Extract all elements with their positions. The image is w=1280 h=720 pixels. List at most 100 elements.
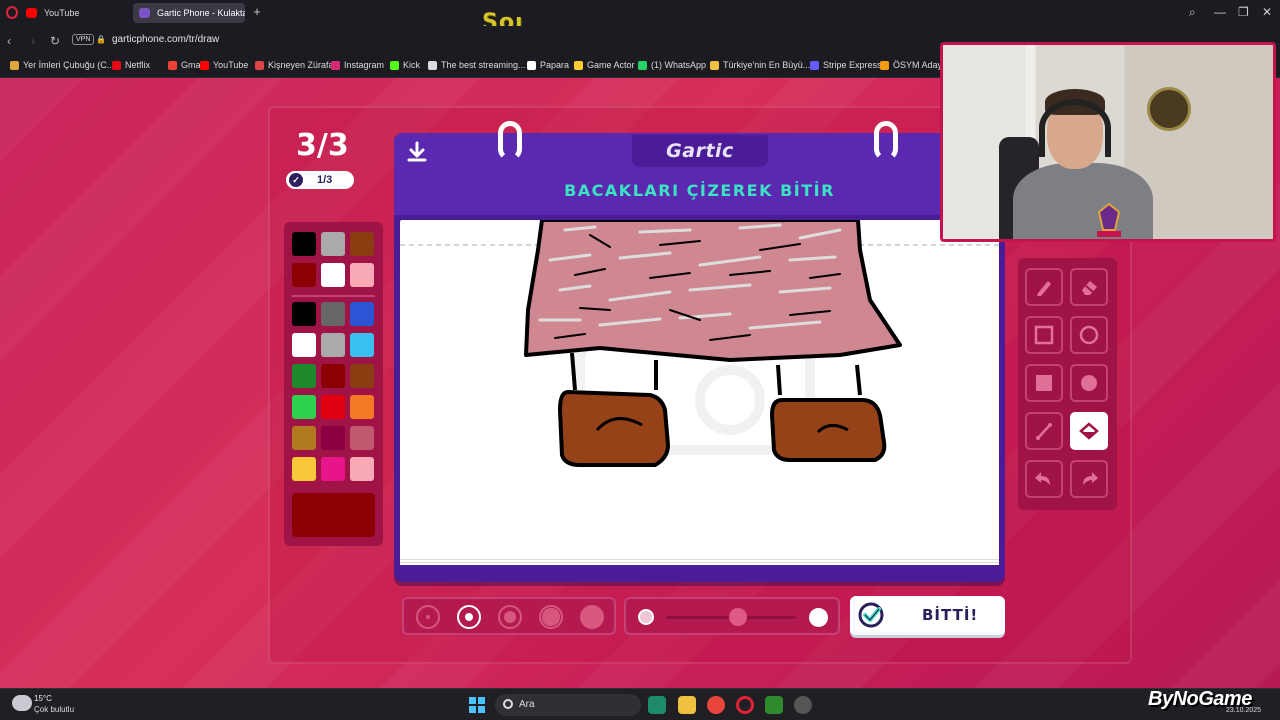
color-swatch[interactable] [321,364,345,388]
tab-youtube[interactable]: YouTube [20,3,130,23]
line-icon [1036,423,1052,440]
gartic-icon [139,8,150,18]
color-swatch[interactable] [292,457,316,481]
vpn-badge[interactable]: VPN [72,34,95,45]
color-swatch[interactable] [350,263,374,287]
brush-size-option[interactable] [498,605,522,629]
drawing-panel: Gartic BACAKLARI ÇİZEREK BİTİR [394,121,1005,582]
bookmark-icon [255,61,264,70]
color-swatch[interactable] [321,426,345,450]
color-swatch[interactable] [292,426,316,450]
color-swatch[interactable] [292,364,316,388]
color-swatch[interactable] [350,333,374,357]
color-swatch[interactable] [350,232,374,256]
color-swatch[interactable] [350,395,374,419]
slider-thumb[interactable] [728,608,747,626]
brush-size-option[interactable] [457,605,481,629]
bookmark-item[interactable]: Papara [527,60,569,70]
opera-icon[interactable] [736,696,754,714]
bookmark-item[interactable]: (1) WhatsApp [638,60,706,70]
tool-pencil[interactable] [1025,268,1063,306]
color-swatch[interactable] [321,457,345,481]
webcam-person-body [1013,163,1153,239]
bookmark-item[interactable]: YouTube [200,60,248,70]
taskbar: 15°C Çok bulutlu Ara 23.10.2025 [0,688,1280,720]
bookmark-icon [390,61,399,70]
brush-size-option[interactable] [580,605,604,629]
search-tabs-icon[interactable]: ⌕ [1189,5,1196,20]
maximize-icon[interactable]: ❐ [1238,5,1249,19]
color-swatch[interactable] [292,333,316,357]
color-swatch[interactable] [292,263,316,287]
tool-line[interactable] [1025,412,1063,450]
color-swatch[interactable] [321,263,345,287]
close-icon[interactable]: ✕ [1262,5,1272,19]
brush-size-option[interactable] [416,605,440,629]
tool-filled-rectangle[interactable] [1025,364,1063,402]
app-icon[interactable] [648,696,666,714]
color-swatch[interactable] [321,333,345,357]
new-tab-button[interactable]: + [250,5,264,19]
bookmark-item[interactable]: Türkiye'nin En Büyü... [710,60,810,70]
bookmark-icon [112,61,121,70]
bookmark-item[interactable]: Netflix [112,60,150,70]
download-icon[interactable] [406,141,428,163]
opacity-slider[interactable] [624,597,840,635]
tool-redo[interactable] [1070,460,1108,498]
taskbar-search[interactable]: Ara [495,694,641,716]
bookmark-item[interactable]: Stripe Express [810,60,882,70]
minecraft-icon[interactable] [765,696,783,714]
filled-ellipse-icon [1081,375,1097,391]
color-swatch[interactable] [292,302,316,326]
bookmark-label: ÖSYM Aday İ [893,60,948,70]
color-swatch[interactable] [292,395,316,419]
bookmark-label: Türkiye'nin En Büyü... [723,60,811,70]
chrome-icon[interactable] [707,696,725,714]
cloud-icon[interactable] [12,695,32,711]
lock-icon[interactable]: 🔒 [96,35,106,44]
tool-rectangle[interactable] [1025,316,1063,354]
color-swatch[interactable] [321,395,345,419]
color-swatch[interactable] [292,232,316,256]
color-swatch[interactable] [321,302,345,326]
steam-icon[interactable] [794,696,812,714]
bookmark-item[interactable]: Instagram [331,60,384,70]
weather-temperature[interactable]: 15°C [34,694,52,703]
undo-icon [1035,472,1050,485]
bookmark-item[interactable]: ÖSYM Aday İ [880,60,947,70]
check-circle-icon [858,602,884,628]
forward-icon[interactable]: › [31,34,35,48]
color-swatch[interactable] [350,457,374,481]
selected-color-preview[interactable] [292,493,375,537]
opera-logo-icon[interactable] [6,6,18,19]
tab-gartic-phone[interactable]: Gartic Phone - Kulaktan K [133,3,245,23]
color-swatch[interactable] [350,426,374,450]
tool-filled-ellipse[interactable] [1070,364,1108,402]
color-swatch[interactable] [321,232,345,256]
reload-icon[interactable]: ↻ [50,34,60,48]
done-button[interactable]: BİTTİ! [850,596,1005,635]
weather-description[interactable]: Çok bulutlu [34,705,74,714]
tool-eraser[interactable] [1070,268,1108,306]
url-field[interactable]: garticphone.com/tr/draw [112,34,219,45]
tool-ellipse[interactable] [1070,316,1108,354]
bookmark-item[interactable]: Kick [390,60,420,70]
color-swatch[interactable] [350,302,374,326]
bookmark-item[interactable]: Kişneyen Zürafa [255,60,334,70]
tool-fill-bucket[interactable] [1070,412,1108,450]
binder-ring-left [498,121,522,161]
bookmark-item[interactable]: Game Actor [574,60,635,70]
brush-size-option[interactable] [539,605,563,629]
drawing-canvas[interactable] [400,220,999,565]
tool-undo[interactable] [1025,460,1063,498]
bookmark-icon [331,61,340,70]
bookmark-item[interactable]: The best streaming... [428,60,526,70]
color-swatch[interactable] [350,364,374,388]
windows-start-icon[interactable] [469,697,485,713]
bookmark-item[interactable]: Yer İmleri Çubuğu (C... [10,60,114,70]
minimize-icon[interactable]: — [1214,5,1226,19]
file-explorer-icon[interactable] [678,696,696,714]
opacity-min-icon [638,609,654,625]
back-icon[interactable]: ‹ [7,34,11,48]
binder-ring-right [874,121,898,161]
